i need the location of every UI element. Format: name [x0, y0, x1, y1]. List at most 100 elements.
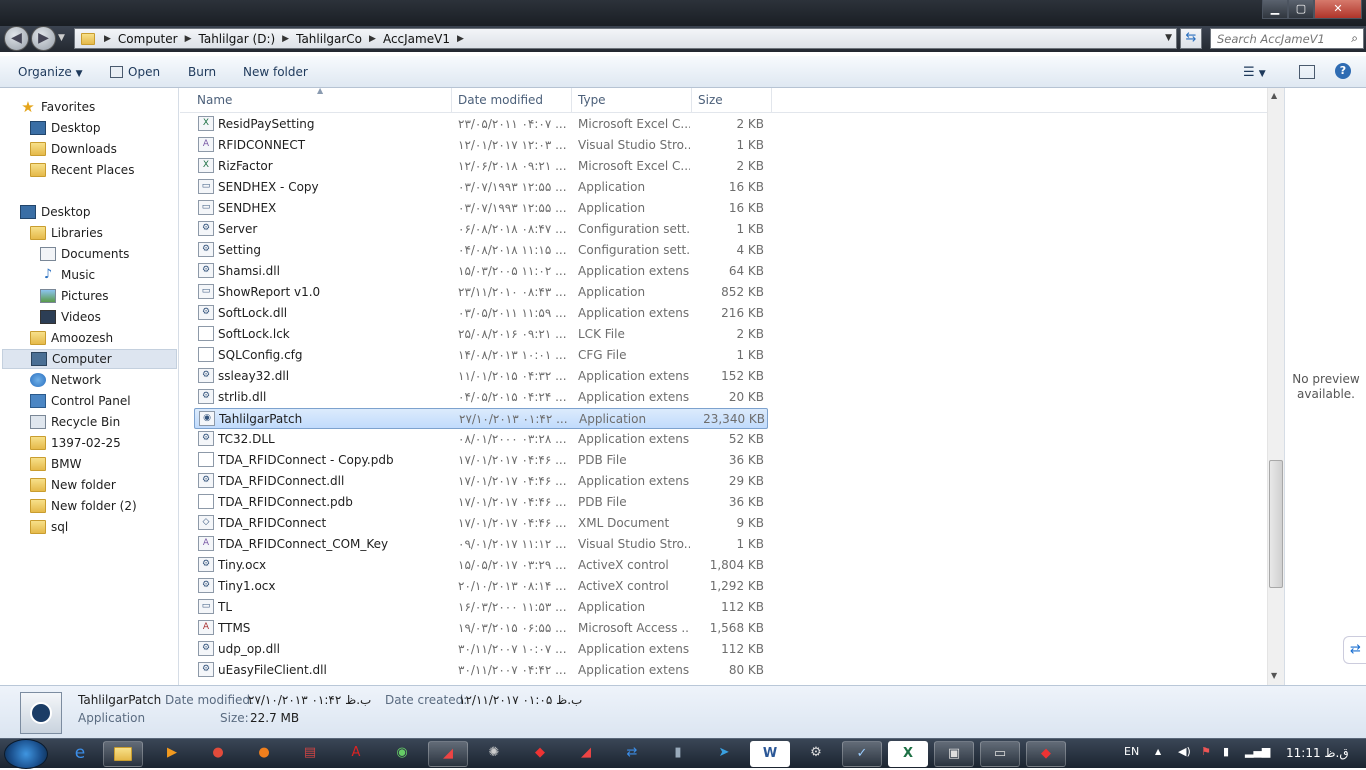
table-row[interactable]: ▭ SENDHEX ۰۳/۰۷/۱۹۹۳ ۱۲:۵۵ ... Application 1…	[194, 198, 768, 219]
word-icon[interactable]: W	[750, 741, 790, 767]
column-name[interactable]: Name	[197, 93, 232, 107]
table-row[interactable]: ⚙ Tiny1.ocx ۲۰/۱۰/۲۰۱۳ ۰۸:۱۴ ... ActiveX co…	[194, 576, 768, 597]
nav-label: Desktop	[41, 205, 91, 219]
table-row[interactable]: X RizFactor ۱۲/۰۶/۲۰۱۸ ۰۹:۲۱ ... Microsoft …	[194, 156, 768, 177]
table-row-selected[interactable]: ◉ TahlilgarPatch ۲۷/۱۰/۲۰۱۳ ۰۱:۴۲ ... Appli…	[194, 408, 768, 429]
table-row[interactable]: X ResidPaySetting ۲۳/۰۵/۲۰۱۱ ۰۴:۰۷ ... Micr…	[194, 114, 768, 135]
eraser-app-icon[interactable]: ◢	[566, 741, 606, 767]
maximize-button[interactable]: ▢	[1288, 0, 1314, 19]
shredder-app-icon[interactable]: ◢	[428, 741, 468, 767]
breadcrumb-current[interactable]: AccJameV1	[379, 32, 454, 46]
organize-button[interactable]: Organize ▼	[18, 65, 83, 79]
column-date-modified[interactable]: Date modified	[458, 93, 543, 107]
acrobat-icon[interactable]: A	[336, 741, 376, 767]
view-options-icon[interactable]: ☰ ▼	[1243, 65, 1266, 80]
network-signal-icon[interactable]: ▂▄▆	[1245, 745, 1270, 758]
table-row[interactable]: A TDA_RFIDConnect_COM_Key ۰۹/۰۱/۲۰۱۷ ۱۱:۱۲…	[194, 534, 768, 555]
breadcrumb-computer[interactable]: Computer	[114, 32, 182, 46]
search-input[interactable]	[1217, 31, 1343, 46]
table-row[interactable]: TDA_RFIDConnect - Copy.pdb ۱۷/۰۱/۲۰۱۷ ۰۴:…	[194, 450, 768, 471]
search-icon[interactable]: ⌕	[1351, 31, 1358, 46]
table-row[interactable]: A TTMS ۱۹/۰۳/۲۰۱۵ ۰۶:۵۵ ... Microsoft Acces…	[194, 618, 768, 639]
network-tool-icon[interactable]: ✺	[474, 741, 514, 767]
language-indicator[interactable]: EN	[1124, 745, 1139, 758]
start-button[interactable]	[4, 739, 48, 769]
tray-arrow-icon[interactable]: ▲	[1155, 747, 1161, 756]
shield-app-icon[interactable]: ✓	[842, 741, 882, 767]
recent-pages-dropdown[interactable]: ▼	[58, 33, 65, 43]
table-row[interactable]: ▭ ShowReport v1.0 ۲۳/۱۱/۲۰۱۰ ۰۸:۴۳ ... Appl…	[194, 282, 768, 303]
back-button[interactable]: ◀	[4, 26, 29, 51]
open-button[interactable]: Open	[110, 65, 160, 79]
chevron-right-icon[interactable]: ▶	[454, 34, 467, 44]
address-bar[interactable]: ▶ Computer ▶ Tahlilgar (D:) ▶ TahlilgarC…	[74, 28, 1177, 49]
table-row[interactable]: SoftLock.lck ۲۵/۰۸/۲۰۱۶ ۰۹:۲۱ ... LCK File…	[194, 324, 768, 345]
archive-icon[interactable]: ▤	[290, 741, 330, 767]
document-app-icon[interactable]: ▮	[658, 741, 698, 767]
table-row[interactable]: ▭ TL ۱۶/۰۳/۲۰۰۰ ۱۱:۵۳ ... Application 112 KB	[194, 597, 768, 618]
column-type[interactable]: Type	[578, 93, 606, 107]
table-row[interactable]: ⚙ Tiny.ocx ۱۵/۰۵/۲۰۱۷ ۰۳:۲۹ ... ActiveX con…	[194, 555, 768, 576]
minimize-button[interactable]: ▁	[1262, 0, 1288, 19]
vertical-scrollbar[interactable]: ▲ ▼	[1267, 88, 1284, 685]
clock[interactable]: 11:11 ق.ظ	[1286, 746, 1349, 760]
ie-icon[interactable]: e	[60, 741, 100, 767]
anydesk-task-icon[interactable]: ◆	[1026, 741, 1066, 767]
nav-favorites[interactable]: ★ Favorites	[20, 97, 198, 117]
table-row[interactable]: ⚙ strlib.dll ۰۴/۰۵/۲۰۱۵ ۰۴:۲۴ ... Applicati…	[194, 387, 768, 408]
new-folder-button[interactable]: New folder	[243, 65, 308, 79]
preview-pane-icon[interactable]	[1299, 65, 1315, 79]
search-box[interactable]: ⌕	[1210, 28, 1364, 49]
chevron-right-icon[interactable]: ▶	[279, 34, 292, 44]
libraries-icon	[30, 226, 46, 240]
table-row[interactable]: ⚙ uEasyFileClient.dll ۳۰/۱۱/۲۰۰۷ ۰۴:۴۲ ...…	[194, 660, 768, 681]
scroll-down-arrow[interactable]: ▼	[1271, 671, 1277, 680]
explorer-task-icon[interactable]	[103, 741, 143, 767]
refresh-button[interactable]: ⇆	[1180, 28, 1202, 49]
scroll-up-arrow[interactable]: ▲	[1271, 91, 1277, 100]
chevron-right-icon[interactable]: ▶	[101, 34, 114, 44]
media-player-icon[interactable]: ▶	[152, 741, 192, 767]
globe-app-icon[interactable]: ◉	[382, 741, 422, 767]
table-row[interactable]: ⚙ ssleay32.dll ۱۱/۰۱/۲۰۱۵ ۰۴:۳۲ ... Applica…	[194, 366, 768, 387]
forward-button[interactable]: ▶	[31, 26, 56, 51]
table-row[interactable]: TDA_RFIDConnect.pdb ۱۷/۰۱/۲۰۱۷ ۰۴:۴۶ ... P…	[194, 492, 768, 513]
help-icon[interactable]: ?	[1335, 63, 1351, 79]
firefox-icon[interactable]: ●	[244, 741, 284, 767]
table-row[interactable]: ⚙ Server ۰۶/۰۸/۲۰۱۸ ۰۸:۴۷ ... Configuration…	[194, 219, 768, 240]
chrome-icon[interactable]: ●	[198, 741, 238, 767]
column-size[interactable]: Size	[698, 93, 723, 107]
accounting-app-icon[interactable]: ⚙	[796, 741, 836, 767]
anydesk-icon[interactable]: ◆	[520, 741, 560, 767]
chevron-right-icon[interactable]: ▶	[366, 34, 379, 44]
scroll-thumb[interactable]	[1269, 460, 1283, 588]
table-row[interactable]: ⚙ SoftLock.dll ۰۳/۰۵/۲۰۱۱ ۱۱:۵۹ ... Applica…	[194, 303, 768, 324]
window-app-icon[interactable]: ▭	[980, 741, 1020, 767]
table-row[interactable]: ⚙ Shamsi.dll ۱۵/۰۳/۲۰۰۵ ۱۱:۰۲ ... Applicati…	[194, 261, 768, 282]
address-dropdown-icon[interactable]: ▼	[1165, 33, 1172, 43]
security-flag-icon[interactable]: ⚑	[1201, 745, 1211, 758]
table-row[interactable]: ⚙ TDA_RFIDConnect.dll ۱۷/۰۱/۲۰۱۷ ۰۴:۴۶ ...…	[194, 471, 768, 492]
table-row[interactable]: ⚙ TC32.DLL ۰۸/۰۱/۲۰۰۰ ۰۳:۲۸ ... Application…	[194, 429, 768, 450]
chevron-right-icon[interactable]: ▶	[182, 34, 195, 44]
table-row[interactable]: ⚙ udp_op.dll ۳۰/۱۱/۲۰۰۷ ۱۰:۰۷ ... Applicati…	[194, 639, 768, 660]
nav-desktop[interactable]: Desktop	[20, 202, 198, 222]
volume-icon[interactable]: ◀)	[1178, 745, 1191, 758]
nav-computer[interactable]: Computer	[2, 349, 177, 369]
table-row[interactable]: ⚙ Setting ۰۴/۰۸/۲۰۱۸ ۱۱:۱۵ ... Configuratio…	[194, 240, 768, 261]
file-type: Application	[578, 180, 646, 194]
telegram-icon[interactable]: ➤	[704, 741, 744, 767]
power-icon[interactable]: ▮	[1223, 745, 1229, 758]
burn-button[interactable]: Burn	[188, 65, 216, 79]
teamviewer-tab-icon[interactable]: ⇄	[1343, 636, 1366, 664]
table-row[interactable]: A RFIDCONNECT ۱۲/۰۱/۲۰۱۷ ۱۲:۰۳ ... Visual S…	[194, 135, 768, 156]
breadcrumb-drive[interactable]: Tahlilgar (D:)	[195, 32, 280, 46]
close-button[interactable]: ✕	[1314, 0, 1362, 19]
table-row[interactable]: SQLConfig.cfg ۱۴/۰۸/۲۰۱۳ ۱۰:۰۱ ... CFG Fil…	[194, 345, 768, 366]
excel-icon[interactable]: X	[888, 741, 928, 767]
control-app-icon[interactable]: ▣	[934, 741, 974, 767]
table-row[interactable]: ◇ TDA_RFIDConnect ۱۷/۰۱/۲۰۱۷ ۰۴:۴۶ ... XML …	[194, 513, 768, 534]
breadcrumb-folder[interactable]: TahlilgarCo	[292, 32, 366, 46]
teamviewer-icon[interactable]: ⇄	[612, 741, 652, 767]
table-row[interactable]: ▭ SENDHEX - Copy ۰۳/۰۷/۱۹۹۳ ۱۲:۵۵ ... Appli…	[194, 177, 768, 198]
